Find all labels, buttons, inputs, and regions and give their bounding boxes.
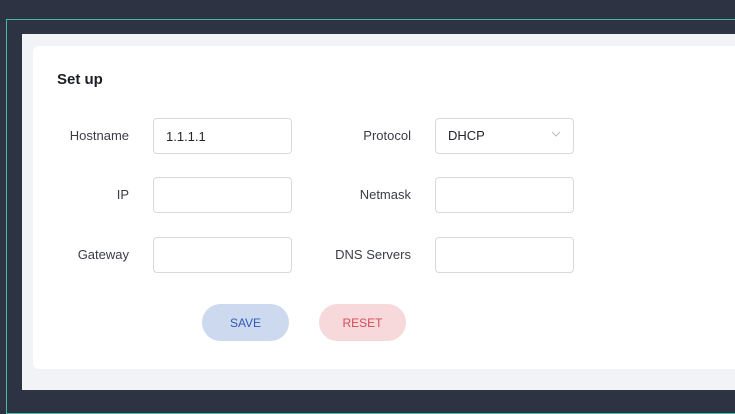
gateway-label: Gateway [77, 247, 129, 262]
dns-servers-input[interactable] [435, 237, 574, 273]
setup-card: Set up Hostname Protocol DHCP IP Netmask… [33, 46, 735, 369]
ip-input[interactable] [153, 177, 292, 213]
reset-button[interactable]: RESET [319, 304, 406, 341]
hostname-input[interactable] [153, 118, 292, 154]
protocol-select[interactable]: DHCP [435, 118, 574, 154]
card-title: Set up [57, 71, 103, 88]
ip-label: IP [116, 187, 129, 202]
chevron-down-icon [551, 131, 561, 137]
save-button[interactable]: SAVE [202, 304, 289, 341]
netmask-input[interactable] [435, 177, 574, 213]
netmask-label: Netmask [359, 187, 411, 202]
protocol-label: Protocol [363, 128, 411, 143]
protocol-selected-value: DHCP [448, 128, 485, 143]
hostname-label: Hostname [69, 128, 129, 143]
dns-servers-label: DNS Servers [335, 247, 411, 262]
gateway-input[interactable] [153, 237, 292, 273]
